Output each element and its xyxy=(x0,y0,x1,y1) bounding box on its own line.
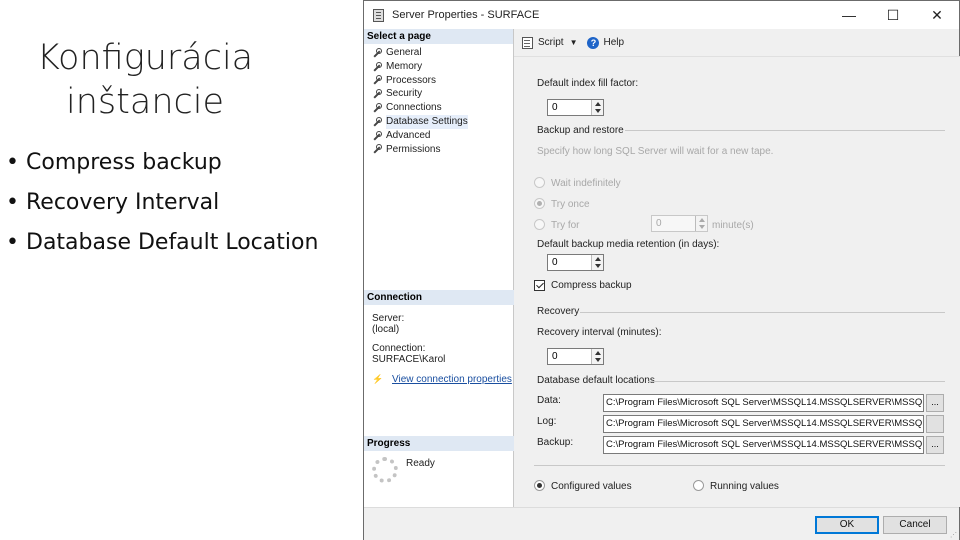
progress-header: Progress xyxy=(364,436,514,451)
title-bar[interactable]: Server Properties - SURFACE — ☐ ✕ xyxy=(364,1,959,29)
wrench-icon xyxy=(372,144,382,154)
spinner-arrows-icon[interactable] xyxy=(591,100,603,115)
script-icon xyxy=(522,36,533,49)
wrench-icon xyxy=(372,47,382,58)
fill-factor-spinner[interactable]: 0 xyxy=(547,99,604,116)
spinner-arrows-icon[interactable] xyxy=(695,216,707,231)
connection-header: Connection xyxy=(364,290,514,305)
running-values-radio[interactable] xyxy=(693,480,704,491)
spinner-arrows-icon[interactable] xyxy=(591,349,603,364)
minutes-label: minute(s) xyxy=(712,220,754,231)
backup-restore-group: Backup and restore xyxy=(537,125,624,136)
progress-section: Progress Ready xyxy=(364,436,514,483)
slide-title: Konfigurácia inštancie xyxy=(20,36,270,124)
log-label: Log: xyxy=(537,416,557,427)
view-connection-properties-link[interactable]: View connection properties xyxy=(392,374,512,385)
backup-label: Backup: xyxy=(537,437,574,448)
connection-section: Connection Server: (local) Connection: S… xyxy=(364,290,514,385)
help-button[interactable]: ? Help xyxy=(587,36,624,49)
progress-spinner-icon xyxy=(372,457,398,483)
wrench-icon xyxy=(372,130,382,141)
progress-status: Ready xyxy=(406,458,435,469)
server-value: (local) xyxy=(372,324,400,335)
wrench-icon xyxy=(372,103,382,113)
page-item-general[interactable]: General xyxy=(372,46,513,60)
configured-values-label: Configured values xyxy=(551,481,632,492)
connection-properties-icon xyxy=(372,374,386,385)
wrench-icon xyxy=(372,75,382,85)
try-for-spinner[interactable]: 0 xyxy=(651,215,708,232)
log-browse-button[interactable] xyxy=(926,415,944,433)
wait-indefinitely-label: Wait indefinitely xyxy=(551,178,621,189)
left-pane: Select a page General Memory Processors … xyxy=(364,29,514,507)
recovery-group: Recovery xyxy=(537,306,580,317)
resize-grip-icon[interactable]: ⋰ xyxy=(950,531,958,539)
page-item-memory[interactable]: Memory xyxy=(372,60,513,74)
backup-path-field[interactable]: C:\Program Files\Microsoft SQL Server\MS… xyxy=(603,436,924,454)
backup-browse-button[interactable]: ... xyxy=(926,436,944,454)
tape-wait-label: Specify how long SQL Server will wait fo… xyxy=(537,146,774,157)
group-divider xyxy=(625,130,945,131)
page-list: General Memory Processors Security Conne… xyxy=(364,44,513,156)
settings-content: Default index fill factor: 0 Backup and … xyxy=(514,57,960,507)
configured-values-radio[interactable] xyxy=(534,480,545,491)
compress-backup-label: Compress backup xyxy=(551,280,632,291)
group-divider xyxy=(580,312,945,313)
slide-bullets: Compress backup Recovery Interval Databa… xyxy=(6,148,346,268)
ok-button[interactable]: OK xyxy=(815,516,879,534)
page-item-security[interactable]: Security xyxy=(372,87,513,101)
retention-spinner[interactable]: 0 xyxy=(547,254,604,271)
recovery-interval-spinner[interactable]: 0 xyxy=(547,348,604,365)
cancel-button[interactable]: Cancel xyxy=(883,516,947,534)
page-item-advanced[interactable]: Advanced xyxy=(372,129,513,143)
wait-indefinitely-radio[interactable] xyxy=(534,177,545,188)
try-once-radio[interactable] xyxy=(534,198,545,209)
bullet-item: Database Default Location xyxy=(6,228,346,258)
server-label: Server: xyxy=(372,313,405,324)
script-button[interactable]: Script ▼ xyxy=(522,36,578,49)
connection-label: Connection: xyxy=(372,343,426,354)
slide-title-line1: Konfigurácia xyxy=(36,38,254,78)
wrench-icon xyxy=(372,61,382,72)
spinner-arrows-icon[interactable] xyxy=(591,255,603,270)
locations-group: Database default locations xyxy=(537,375,655,386)
toolbar: Script ▼ ? Help xyxy=(514,29,960,57)
page-item-permissions[interactable]: Permissions xyxy=(372,143,513,157)
page-item-connections[interactable]: Connections xyxy=(372,101,513,115)
wrench-icon xyxy=(372,89,382,99)
compress-backup-checkbox[interactable] xyxy=(534,280,545,291)
recovery-interval-label: Recovery interval (minutes): xyxy=(537,327,662,338)
help-icon: ? xyxy=(587,36,600,49)
bullet-item: Recovery Interval xyxy=(6,188,346,218)
minimize-button[interactable]: — xyxy=(827,1,871,29)
data-browse-button[interactable]: ... xyxy=(926,394,944,412)
group-divider xyxy=(648,381,945,382)
try-for-label: Try for xyxy=(551,220,580,231)
select-page-header: Select a page xyxy=(364,29,513,44)
data-label: Data: xyxy=(537,395,561,406)
close-button[interactable]: ✕ xyxy=(915,1,959,29)
window-app-icon xyxy=(373,8,384,22)
connection-value: SURFACE\Karol xyxy=(372,354,446,365)
chevron-down-icon[interactable]: ▼ xyxy=(570,38,578,47)
window-controls: — ☐ ✕ xyxy=(827,1,959,29)
page-item-database-settings[interactable]: Database Settings xyxy=(372,114,513,129)
maximize-button[interactable]: ☐ xyxy=(871,1,915,29)
group-divider xyxy=(534,465,945,466)
try-for-radio[interactable] xyxy=(534,219,545,230)
retention-label: Default backup media retention (in days)… xyxy=(537,239,720,250)
window-title: Server Properties - SURFACE xyxy=(392,9,540,21)
try-once-label: Try once xyxy=(551,199,590,210)
running-values-label: Running values xyxy=(710,481,779,492)
log-path-field[interactable]: C:\Program Files\Microsoft SQL Server\MS… xyxy=(603,415,924,433)
page-item-processors[interactable]: Processors xyxy=(372,74,513,88)
data-path-field[interactable]: C:\Program Files\Microsoft SQL Server\MS… xyxy=(603,394,924,412)
fill-factor-label: Default index fill factor: xyxy=(537,78,639,89)
dialog-button-bar: OK Cancel ⋰ xyxy=(364,507,959,540)
server-properties-window: Server Properties - SURFACE — ☐ ✕ Select… xyxy=(363,0,960,540)
slide-title-line2: inštancie xyxy=(66,82,224,122)
bullet-item: Compress backup xyxy=(6,148,346,178)
wrench-icon xyxy=(372,116,382,127)
